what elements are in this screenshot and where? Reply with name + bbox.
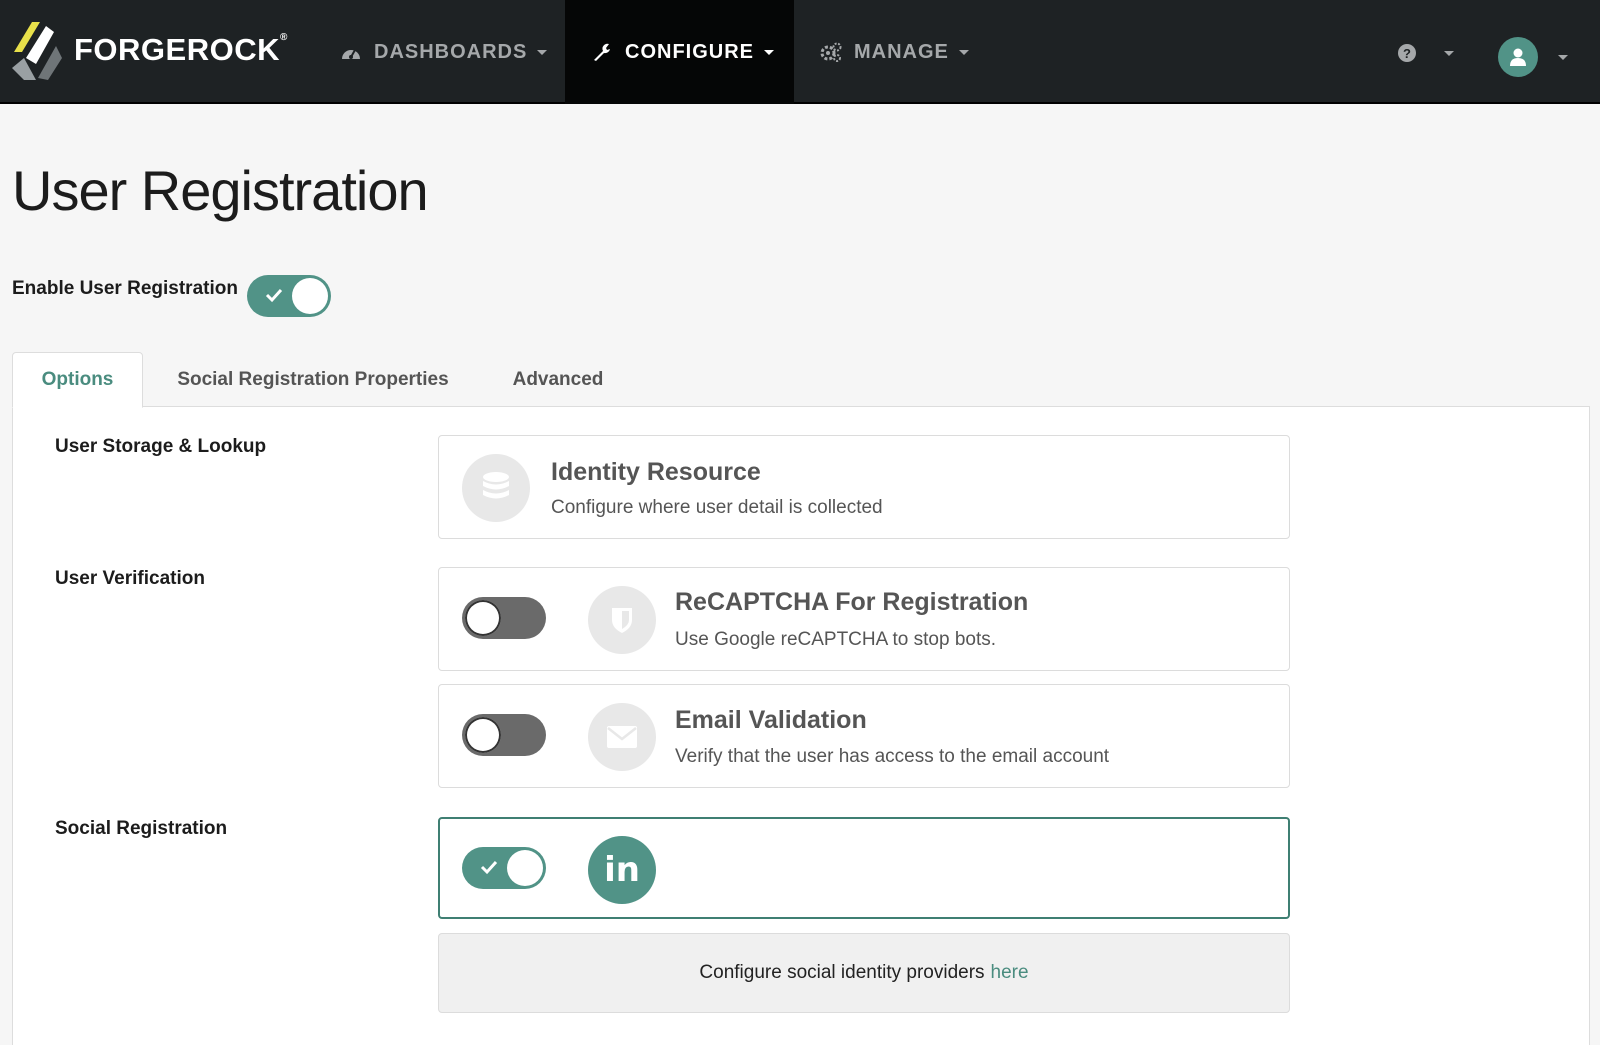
configure-providers-text: Configure social identity providers (699, 962, 985, 983)
chevron-down-icon (958, 49, 969, 55)
user-menu-button[interactable] (1498, 37, 1568, 77)
recaptcha-toggle[interactable] (462, 597, 546, 639)
linkedin-toggle[interactable] (462, 847, 546, 889)
brand-name: FORGEROCK® (74, 32, 288, 67)
wrench-icon (591, 41, 613, 63)
chevron-down-icon (537, 49, 548, 55)
section-label-social: Social Registration (55, 818, 228, 839)
recaptcha-title: ReCAPTCHA For Registration (675, 588, 1029, 616)
nav-configure-label: CONFIGURE (625, 40, 754, 63)
linkedin-icon: in (588, 836, 656, 904)
nav-dashboards[interactable]: DASHBOARDS (318, 0, 558, 104)
toggle-knob (465, 717, 501, 753)
enable-registration-label: Enable User Registration (12, 278, 238, 299)
identity-resource-card[interactable]: Identity Resource Configure where user d… (438, 435, 1290, 539)
identity-resource-title: Identity Resource (551, 458, 761, 486)
envelope-icon (588, 703, 656, 771)
tab-advanced[interactable]: Advanced (498, 352, 618, 408)
toggle-knob (507, 850, 543, 886)
linkedin-provider-card[interactable]: in (438, 817, 1290, 919)
email-validation-title: Email Validation (675, 706, 867, 734)
checkmark-icon (265, 288, 283, 303)
section-label-storage: User Storage & Lookup (55, 436, 267, 457)
recaptcha-description: Use Google reCAPTCHA to stop bots. (675, 629, 997, 650)
shield-icon (588, 586, 656, 654)
nav-manage[interactable]: MANAGE (796, 0, 996, 104)
email-validation-description: Verify that the user has access to the e… (675, 746, 1110, 767)
tab-options[interactable]: Options (12, 352, 143, 408)
dashboard-icon (340, 41, 362, 63)
user-avatar-icon (1498, 37, 1538, 77)
toggle-knob (292, 278, 328, 314)
email-validation-toggle[interactable] (462, 714, 546, 756)
nav-configure[interactable]: CONFIGURE (565, 0, 794, 104)
toggle-knob (465, 600, 501, 636)
nav-manage-label: MANAGE (854, 40, 949, 63)
database-icon (462, 454, 530, 522)
top-navbar: FORGEROCK® DASHBOARDS CONFIGURE MANAGE ? (0, 0, 1600, 104)
forgerock-logo-icon (10, 18, 68, 82)
configure-providers-box: Configure social identity providers here (438, 933, 1290, 1013)
tab-social-registration-properties[interactable]: Social Registration Properties (160, 352, 466, 408)
nav-dashboards-label: DASHBOARDS (374, 40, 528, 63)
page-title: User Registration (12, 159, 429, 222)
help-menu-button[interactable]: ? (1398, 40, 1462, 66)
email-validation-card: Email Validation Verify that the user ha… (438, 684, 1290, 788)
recaptcha-card: ReCAPTCHA For Registration Use Google re… (438, 567, 1290, 671)
identity-resource-description: Configure where user detail is collected (551, 497, 883, 518)
checkmark-icon (480, 860, 498, 875)
configure-providers-link[interactable]: here (991, 962, 1029, 984)
enable-registration-toggle[interactable] (247, 275, 331, 317)
chevron-down-icon (764, 49, 774, 55)
gears-icon (820, 41, 842, 63)
chevron-down-icon (1558, 54, 1568, 60)
chevron-down-icon (1444, 50, 1454, 56)
section-label-verification: User Verification (55, 568, 205, 589)
question-circle-icon: ? (1398, 44, 1416, 62)
brand-logo[interactable]: FORGEROCK® (10, 18, 288, 82)
